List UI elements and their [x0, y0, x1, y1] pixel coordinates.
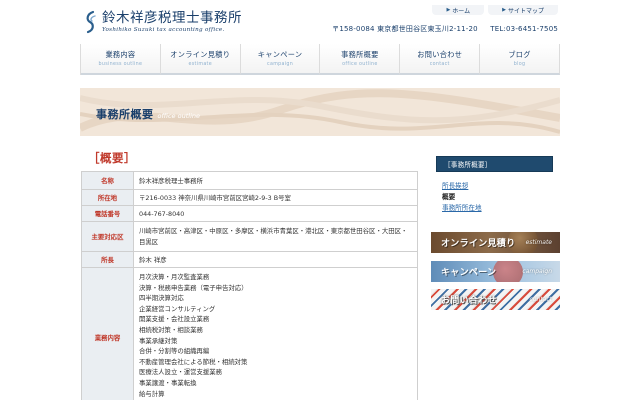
table-row: 業務内容 月次決算・月次監査業務 決算・税務申告業務（電子申告対応） 四半期決算… [81, 267, 418, 400]
nav-sublabel: campaign [267, 62, 294, 67]
contact-banner[interactable]: お問い合わせ contact [431, 289, 560, 310]
row-label: 主要対応区 [81, 221, 134, 252]
table-row: 名称 鈴木祥彦税理士事務所 [81, 171, 418, 190]
header-address: 〒158-0084 東京都世田谷区東玉川2-11-20 [332, 25, 478, 33]
office-info-table: 名称 鈴木祥彦税理士事務所 所在地 〒216-0033 神奈川県川崎市宮前区宮崎… [81, 171, 418, 400]
row-value: 月次決算・月次監査業務 決算・税務申告業務（電子申告対応） 四半期決算対応 企業… [133, 267, 418, 400]
list-item: 相続税対策・相談業務 [139, 325, 203, 334]
banner-label: お問い合わせ [441, 296, 497, 306]
list-item: 月次決算・月次監査業務 [139, 273, 210, 281]
sidebar-item-location: 事務所所在地 [442, 203, 482, 214]
nav-sublabel: estimate [188, 62, 212, 67]
list-item: 事業譲渡・事業転換 [139, 378, 197, 387]
row-label: 業務内容 [81, 267, 134, 400]
header-tel: TEL:03-6451-7505 [490, 25, 558, 33]
sidebar-item-greeting: 所長挨拶 [442, 181, 482, 192]
logo-text: 鈴木祥彦税理士事務所 Yoshihiko Suzuki tax accounti… [102, 9, 242, 34]
row-value: 鈴木 祥彦 [133, 251, 418, 268]
nav-sublabel: blog [513, 62, 526, 67]
nav-campaign[interactable]: キャンペーン campaign [240, 44, 321, 75]
sitemap-link-label: サイトマップ [507, 7, 544, 15]
sidebar-links: 所長挨拶 概要 事務所所在地 [442, 181, 482, 214]
nav-label: 業務内容 [105, 50, 136, 59]
business-list: 月次決算・月次監査業務 決算・税務申告業務（電子申告対応） 四半期決算対応 企業… [139, 268, 413, 399]
list-item: 不動産管理会社による節税・相続対策 [139, 357, 248, 366]
row-label: 名称 [81, 171, 134, 190]
row-label: 電話番号 [81, 205, 134, 222]
estimate-banner[interactable]: オンライン見積り estimate [431, 232, 560, 253]
triangle-right-icon: ▶ [446, 7, 451, 13]
nav-label: ブログ [508, 50, 531, 59]
nav-sublabel: contact [429, 62, 450, 67]
list-item: 企業経営コンサルティング [139, 304, 216, 313]
page-title-jp: 事務所概要 [96, 108, 154, 121]
list-item: 医療法人設立・運営支援業務 [139, 368, 223, 377]
header-contact: 〒158-0084 東京都世田谷区東玉川2-11-20 TEL:03-6451-… [332, 24, 558, 34]
banner-sublabel: campaign [522, 268, 552, 275]
logo-name: 鈴木祥彦税理士事務所 [102, 9, 242, 26]
page-title-band: 事務所概要 office outline [80, 88, 560, 136]
nav-label: お問い合わせ [417, 50, 463, 59]
list-item: 決算・税務申告業務（電子申告対応） [139, 283, 248, 292]
logo-swirl-icon [86, 10, 96, 34]
utility-links: ▶ ホーム ▶ サイトマップ [428, 5, 558, 15]
list-item: 給与計算 [139, 389, 165, 398]
nav-contact[interactable]: お問い合わせ contact [400, 44, 481, 75]
nav-estimate[interactable]: オンライン見積り estimate [160, 44, 241, 75]
table-row: 主要対応区 川崎市宮前区・高津区・中原区・多摩区・横浜市青葉区・港北区・東京都世… [81, 221, 418, 252]
page-title-en: office outline [157, 112, 201, 120]
banner-decoration [493, 261, 523, 282]
row-value: 044-767-8040 [133, 205, 418, 222]
home-link-label: ホーム [452, 7, 471, 15]
table-row: 所長 鈴木 祥彦 [81, 251, 418, 268]
nav-label: オンライン見積り [170, 50, 231, 59]
nav-label: 事務所概要 [341, 50, 379, 59]
banner-label: オンライン見積り [441, 239, 516, 249]
row-value: 鈴木祥彦税理士事務所 [133, 171, 418, 190]
banner-label: キャンペーン [441, 268, 497, 278]
nav-business[interactable]: 業務内容 business outline [81, 44, 161, 75]
list-item: 開業支援・会社設立業務 [139, 315, 210, 324]
nav-office[interactable]: 事務所概要 office outline [320, 44, 401, 75]
row-label: 所長 [81, 251, 134, 268]
nav-label: キャンペーン [257, 50, 303, 59]
sidebar-heading: ［事務所概要］ [436, 156, 553, 172]
table-row: 電話番号 044-767-8040 [81, 205, 418, 222]
section-heading: ［概要］ [88, 151, 136, 165]
nav-sublabel: office outline [342, 62, 378, 67]
logo-sub: Yoshihiko Suzuki tax accounting office. [102, 26, 225, 33]
list-item: 合併・分割等の組織再編 [139, 347, 210, 356]
home-link[interactable]: ▶ ホーム [432, 5, 485, 15]
campaign-banner[interactable]: キャンペーン campaign [431, 261, 560, 282]
sidebar-item-outline: 概要 [442, 192, 482, 203]
table-row: 所在地 〒216-0033 神奈川県川崎市宮前区宮崎2-9-3 B号室 [81, 189, 418, 206]
row-value: 〒216-0033 神奈川県川崎市宮前区宮崎2-9-3 B号室 [133, 189, 418, 206]
banner-sublabel: estimate [525, 239, 552, 246]
triangle-right-icon: ▶ [502, 7, 506, 13]
sidebar-link-location[interactable]: 事務所所在地 [442, 204, 482, 212]
list-item: 四半期決算対応 [139, 294, 184, 303]
global-nav: 業務内容 business outline オンライン見積り estimate … [80, 44, 560, 75]
nav-sublabel: business outline [98, 62, 143, 67]
sidebar-link-greeting[interactable]: 所長挨拶 [442, 182, 468, 190]
site-logo[interactable]: 鈴木祥彦税理士事務所 Yoshihiko Suzuki tax accounti… [84, 10, 242, 34]
row-value: 川崎市宮前区・高津区・中原区・多摩区・横浜市青葉区・港北区・東京都世田谷区・大田… [133, 221, 418, 252]
banner-sublabel: contact [529, 296, 552, 303]
nav-blog[interactable]: ブログ blog [480, 44, 560, 75]
sitemap-link[interactable]: ▶ サイトマップ [488, 5, 558, 15]
row-label: 所在地 [81, 189, 134, 206]
list-item: 事業承継対策 [139, 336, 178, 345]
page-title: 事務所概要 office outline [96, 106, 200, 122]
sidebar-link-outline[interactable]: 概要 [442, 193, 455, 201]
